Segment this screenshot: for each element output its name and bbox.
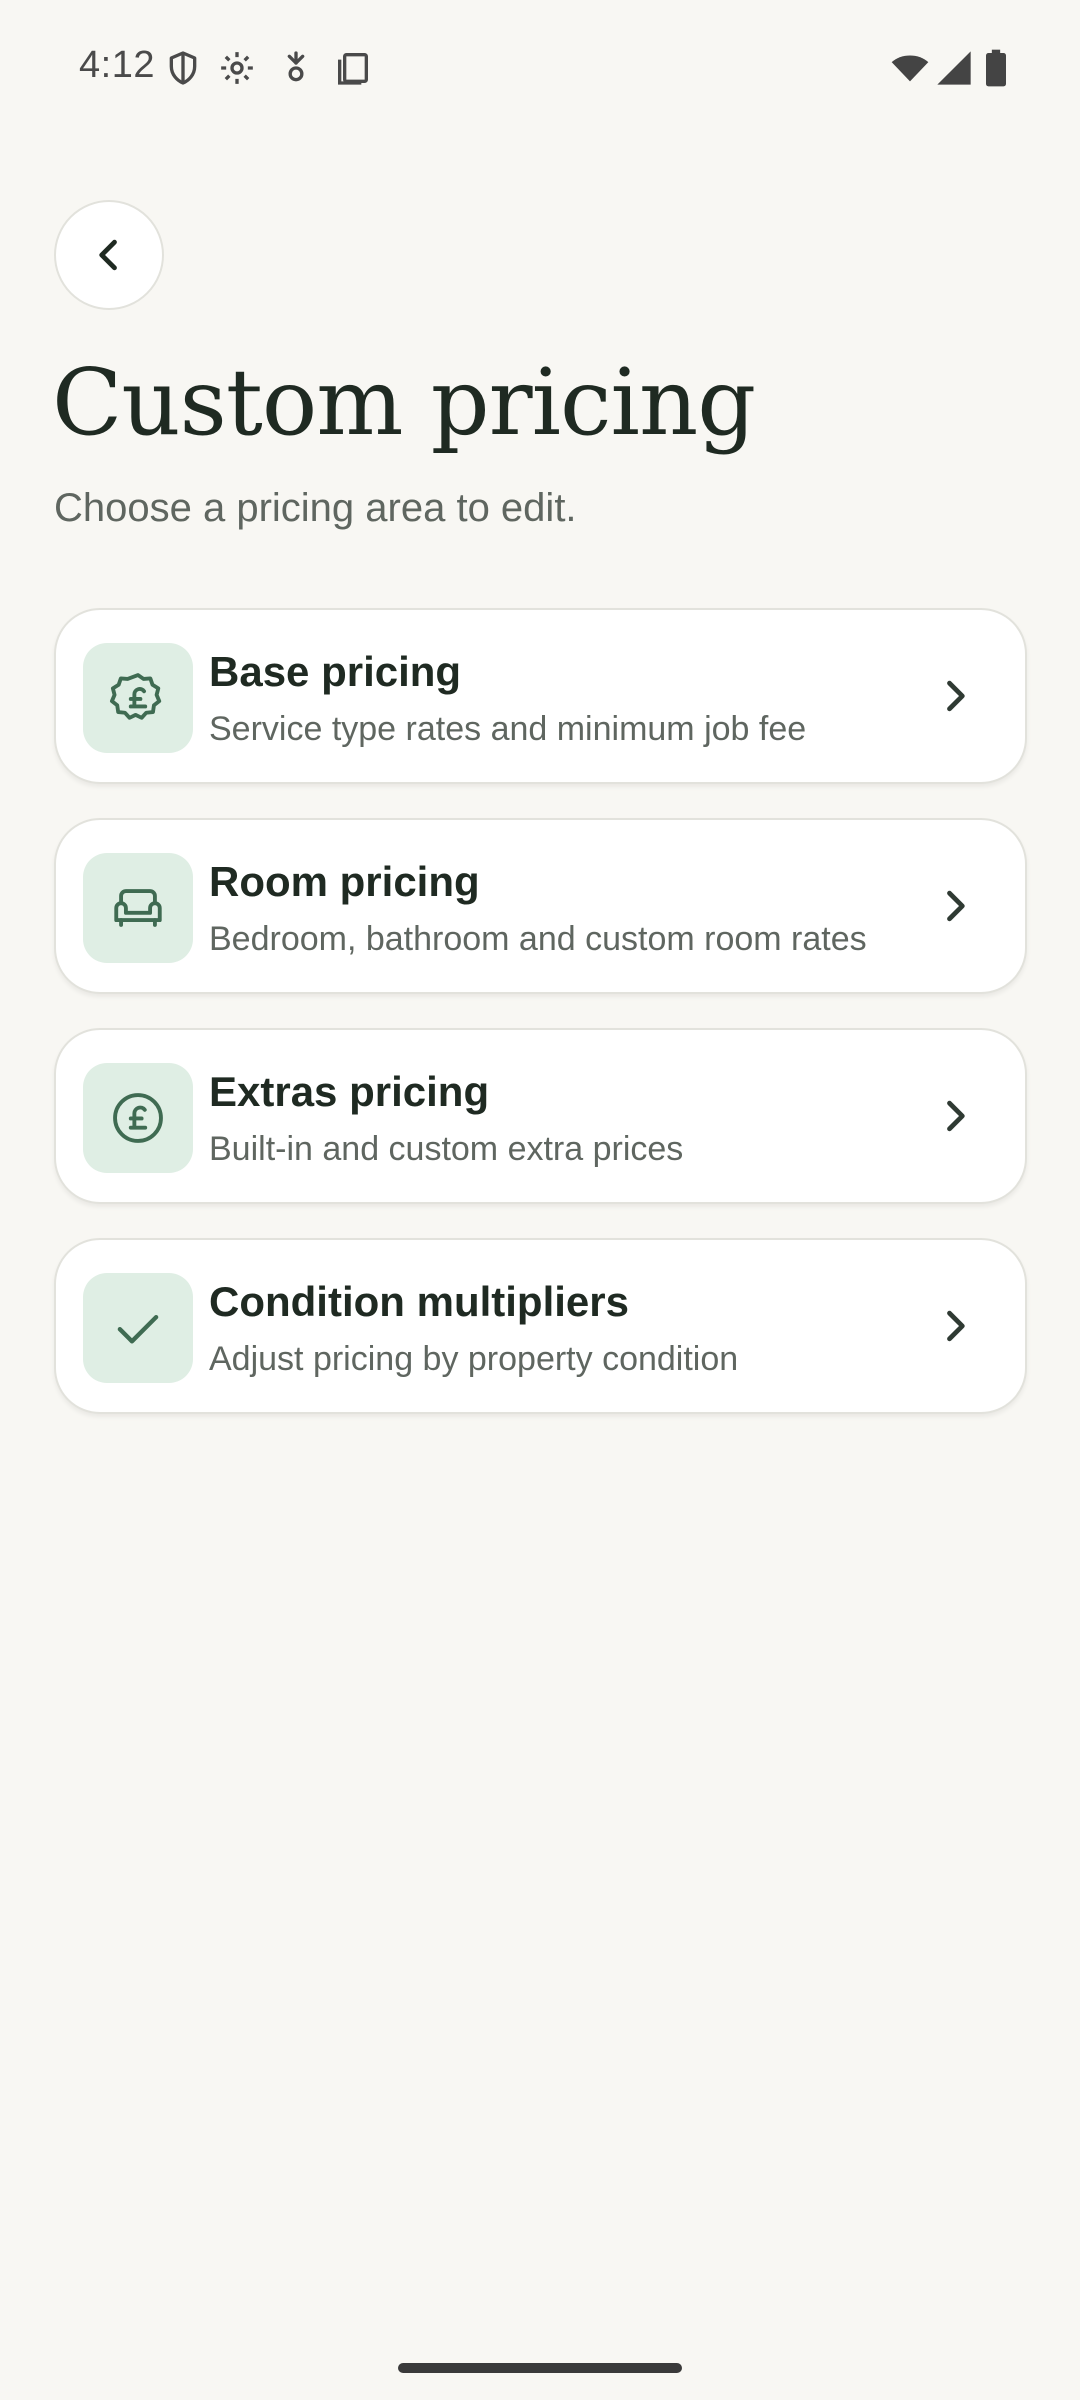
signal-icon (934, 48, 974, 88)
card-description: Service type rates and minimum job fee (209, 710, 807, 748)
download-arrow-icon (276, 48, 316, 88)
shield-icon (163, 48, 203, 88)
settings-gear-icon (217, 48, 257, 88)
chevron-right-icon (933, 674, 977, 718)
home-indicator[interactable] (398, 2363, 682, 2373)
page-title: Custom pricing (52, 349, 756, 456)
card-title: Room pricing (209, 858, 480, 905)
page-subtitle: Choose a pricing area to edit. (54, 486, 577, 530)
condition-multipliers-card[interactable]: Condition multipliers Adjust pricing by … (54, 1238, 1027, 1414)
chevron-right-icon (933, 884, 977, 928)
check-icon (83, 1273, 193, 1383)
card-description: Bedroom, bathroom and custom room rates (209, 920, 867, 958)
card-description: Built-in and custom extra prices (209, 1130, 684, 1168)
pound-circle-icon (83, 1063, 193, 1173)
wifi-icon (888, 48, 932, 88)
card-title: Condition multipliers (209, 1278, 629, 1325)
chevron-right-icon (933, 1094, 977, 1138)
pound-badge-icon (83, 643, 193, 753)
card-title: Base pricing (209, 648, 462, 695)
chevron-left-icon (99, 239, 117, 271)
back-button[interactable] (54, 200, 164, 310)
card-title: Extras pricing (209, 1068, 490, 1115)
battery-icon (982, 48, 1010, 88)
extras-pricing-card[interactable]: Extras pricing Built-in and custom extra… (54, 1028, 1027, 1204)
status-bar: 4:12 (0, 0, 1080, 136)
room-pricing-card[interactable]: Room pricing Bedroom, bathroom and custo… (54, 818, 1027, 994)
card-description: Adjust pricing by property condition (209, 1340, 739, 1378)
copy-icon (333, 48, 373, 88)
pricing-area-list: Base pricing Service type rates and mini… (54, 608, 1027, 1448)
sofa-icon (83, 853, 193, 963)
status-time: 4:12 (79, 44, 155, 86)
chevron-right-icon (933, 1304, 977, 1348)
base-pricing-card[interactable]: Base pricing Service type rates and mini… (54, 608, 1027, 784)
